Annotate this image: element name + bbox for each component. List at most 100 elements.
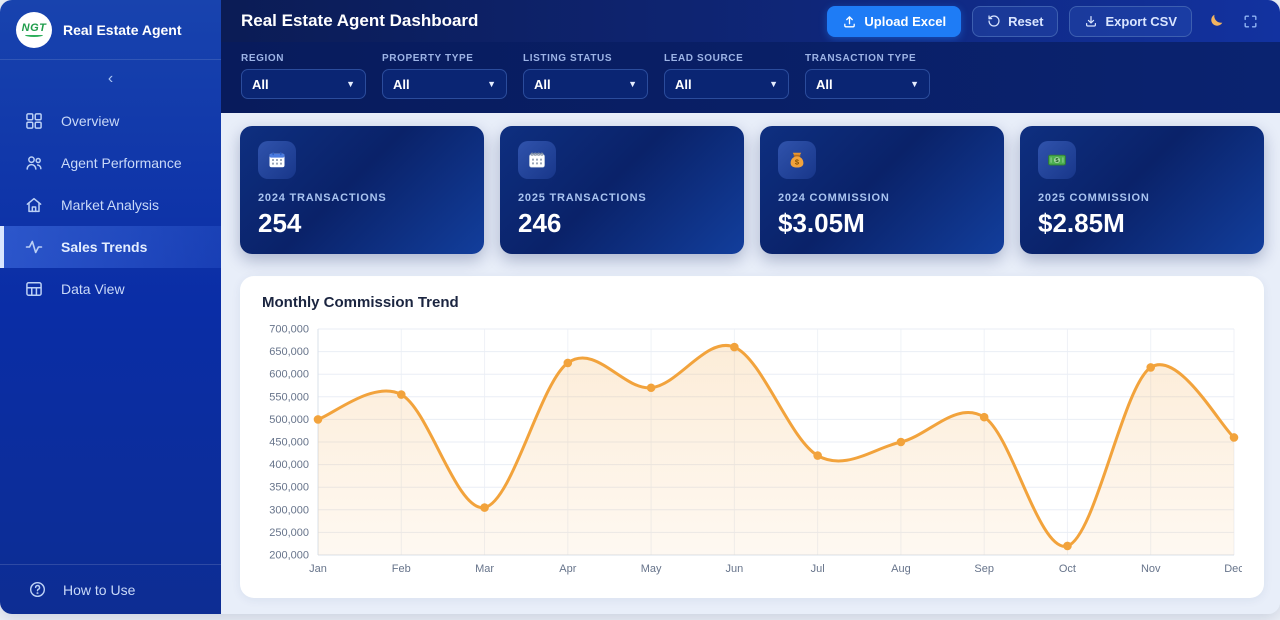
sidebar-footer-label: How to Use bbox=[63, 582, 135, 598]
home-icon bbox=[24, 195, 44, 215]
region-select-value: All bbox=[252, 77, 269, 92]
svg-text:Feb: Feb bbox=[392, 563, 411, 575]
chevron-down-icon: ▼ bbox=[910, 79, 919, 89]
svg-text:Jul: Jul bbox=[811, 563, 825, 575]
upload-icon bbox=[842, 14, 857, 29]
sidebar-item-overview[interactable]: Overview bbox=[0, 100, 221, 142]
filter-label: REGION bbox=[241, 53, 366, 64]
svg-text:Aug: Aug bbox=[891, 563, 911, 575]
stat-card-2025-transactions: 2025 TRANSACTIONS 246 bbox=[500, 126, 744, 254]
svg-text:200,000: 200,000 bbox=[269, 550, 309, 562]
chevron-down-icon: ▼ bbox=[628, 79, 637, 89]
filter-label: PROPERTY TYPE bbox=[382, 53, 507, 64]
export-csv-button[interactable]: Export CSV bbox=[1069, 6, 1192, 37]
stat-card-2024-transactions: 2024 TRANSACTIONS 254 bbox=[240, 126, 484, 254]
chevron-down-icon: ▼ bbox=[487, 79, 496, 89]
sidebar-item-market-analysis[interactable]: Market Analysis bbox=[0, 184, 221, 226]
listing-status-select-value: All bbox=[534, 77, 551, 92]
svg-text:400,000: 400,000 bbox=[269, 459, 309, 471]
company-logo: NGT bbox=[16, 12, 52, 48]
svg-text:300,000: 300,000 bbox=[269, 504, 309, 516]
svg-text:500,000: 500,000 bbox=[269, 414, 309, 426]
lead-source-select[interactable]: All ▼ bbox=[664, 69, 789, 99]
sidebar-item-label: Agent Performance bbox=[61, 155, 182, 171]
filter-lead-source: LEAD SOURCE All ▼ bbox=[664, 53, 789, 113]
upload-excel-button[interactable]: Upload Excel bbox=[827, 6, 961, 37]
main-content: 2024 TRANSACTIONS 254 2025 TRANSACTIONS … bbox=[221, 113, 1280, 614]
moon-icon bbox=[1206, 12, 1225, 31]
commission-chart-svg: 200,000 250,000 300,000 350,000 400,000 450,0… bbox=[262, 323, 1242, 579]
page-title: Real Estate Agent Dashboard bbox=[241, 11, 478, 31]
filter-label: LEAD SOURCE bbox=[664, 53, 789, 64]
sidebar-item-label: Sales Trends bbox=[61, 239, 147, 255]
fullscreen-icon bbox=[1242, 13, 1259, 30]
stat-value: $3.05M bbox=[778, 208, 986, 239]
logo-swoosh bbox=[25, 33, 43, 37]
app-window: NGT Real Estate Agent ‹ Overview Agent P… bbox=[0, 0, 1280, 614]
stat-value: 254 bbox=[258, 208, 466, 239]
property-type-select-value: All bbox=[393, 77, 410, 92]
spiral-calendar-icon bbox=[518, 141, 556, 179]
stat-card-2025-commission: $ 2025 COMMISSION $2.85M bbox=[1020, 126, 1264, 254]
svg-text:Jun: Jun bbox=[725, 563, 743, 575]
filter-listing-status: LISTING STATUS All ▼ bbox=[523, 53, 648, 113]
users-icon bbox=[24, 153, 44, 173]
sidebar-item-label: Market Analysis bbox=[61, 197, 159, 213]
filter-region: REGION All ▼ bbox=[241, 53, 366, 113]
help-circle-icon bbox=[28, 580, 47, 599]
sidebar-item-label: Overview bbox=[61, 113, 119, 129]
listing-status-select[interactable]: All ▼ bbox=[523, 69, 648, 99]
table-icon bbox=[24, 279, 44, 299]
fullscreen-button[interactable] bbox=[1239, 10, 1262, 33]
svg-text:Mar: Mar bbox=[475, 563, 494, 575]
sidebar-nav: Overview Agent Performance Market Analys… bbox=[0, 100, 221, 310]
sidebar-collapse-button[interactable]: ‹ bbox=[98, 67, 123, 91]
property-type-select[interactable]: All ▼ bbox=[382, 69, 507, 99]
svg-text:250,000: 250,000 bbox=[269, 527, 309, 539]
svg-text:Nov: Nov bbox=[1141, 563, 1161, 575]
transaction-type-select-value: All bbox=[816, 77, 833, 92]
money-bag-icon: $ bbox=[778, 141, 816, 179]
grid-icon bbox=[24, 111, 44, 131]
chart-area: 200,000 250,000 300,000 350,000 400,000 450,0… bbox=[262, 323, 1242, 584]
sidebar-item-agent-performance[interactable]: Agent Performance bbox=[0, 142, 221, 184]
activity-icon bbox=[24, 237, 44, 257]
sidebar-item-data-view[interactable]: Data View bbox=[0, 268, 221, 310]
stat-value: $2.85M bbox=[1038, 208, 1246, 239]
filter-bar: REGION All ▼ PROPERTY TYPE All ▼ LISTING… bbox=[221, 42, 1280, 113]
transaction-type-select[interactable]: All ▼ bbox=[805, 69, 930, 99]
svg-text:600,000: 600,000 bbox=[269, 369, 309, 381]
stat-label: 2025 TRANSACTIONS bbox=[518, 192, 726, 204]
upload-excel-label: Upload Excel bbox=[864, 14, 946, 29]
reset-icon bbox=[987, 14, 1001, 28]
svg-text:450,000: 450,000 bbox=[269, 437, 309, 449]
filter-property-type: PROPERTY TYPE All ▼ bbox=[382, 53, 507, 113]
svg-text:350,000: 350,000 bbox=[269, 482, 309, 494]
sidebar-logo-row: NGT Real Estate Agent bbox=[0, 0, 221, 60]
filter-label: LISTING STATUS bbox=[523, 53, 648, 64]
chart-title: Monthly Commission Trend bbox=[262, 294, 1242, 311]
region-select[interactable]: All ▼ bbox=[241, 69, 366, 99]
commission-trend-card: Monthly Commission Trend 200,000 250,000 3… bbox=[240, 276, 1264, 598]
reset-button[interactable]: Reset bbox=[972, 6, 1058, 37]
sidebar-item-label: Data View bbox=[61, 281, 125, 297]
sidebar-item-sales-trends[interactable]: Sales Trends bbox=[0, 226, 221, 268]
stat-label: 2024 COMMISSION bbox=[778, 192, 986, 204]
calendar-icon bbox=[258, 141, 296, 179]
svg-text:700,000: 700,000 bbox=[269, 324, 309, 336]
chevron-down-icon: ▼ bbox=[769, 79, 778, 89]
stat-card-2024-commission: $ 2024 COMMISSION $3.05M bbox=[760, 126, 1004, 254]
download-icon bbox=[1084, 14, 1098, 28]
filter-label: TRANSACTION TYPE bbox=[805, 53, 930, 64]
banknote-icon: $ bbox=[1038, 141, 1076, 179]
sidebar-item-how-to-use[interactable]: How to Use bbox=[0, 564, 221, 614]
svg-text:Dec: Dec bbox=[1224, 563, 1242, 575]
reset-label: Reset bbox=[1008, 14, 1043, 29]
stat-value: 246 bbox=[518, 208, 726, 239]
svg-text:Oct: Oct bbox=[1059, 563, 1076, 575]
svg-text:May: May bbox=[641, 563, 662, 575]
svg-text:550,000: 550,000 bbox=[269, 391, 309, 403]
svg-text:Jan: Jan bbox=[309, 563, 327, 575]
stat-label: 2025 COMMISSION bbox=[1038, 192, 1246, 204]
theme-toggle-button[interactable] bbox=[1203, 9, 1228, 34]
